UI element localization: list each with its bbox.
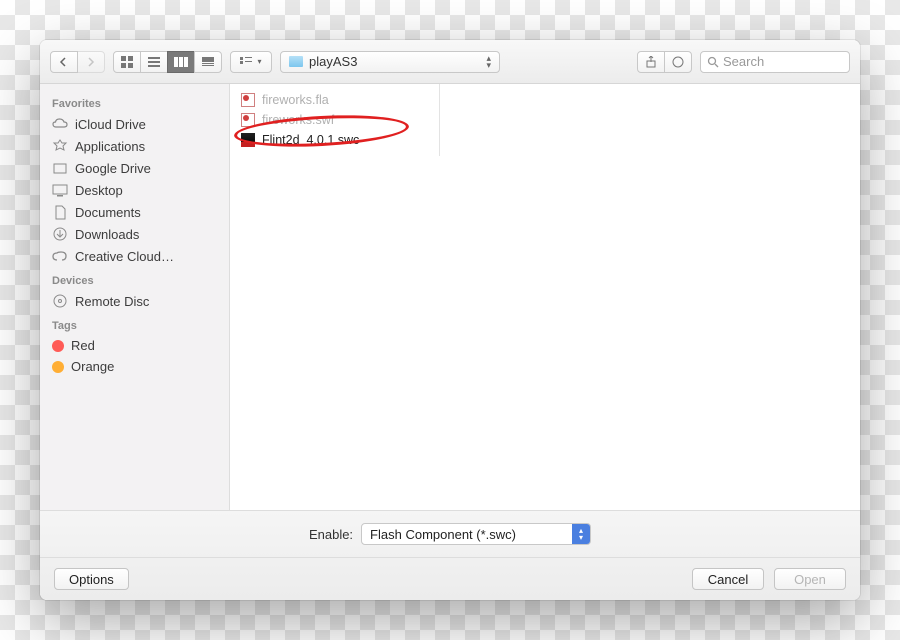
file-name: Flint2d_4.0.1.swc <box>262 133 359 147</box>
swf-file-icon <box>240 112 256 128</box>
view-mode-buttons <box>113 51 222 73</box>
share-buttons <box>637 51 692 73</box>
documents-icon <box>52 204 68 220</box>
enable-select[interactable]: Flash Component (*.swc) ▴▾ <box>361 523 591 545</box>
sidebar-header-favorites: Favorites <box>40 90 229 113</box>
updown-icon: ▴▾ <box>486 55 491 69</box>
arrange-button[interactable]: ▾ <box>230 51 272 73</box>
sidebar-item-label: iCloud Drive <box>75 117 146 132</box>
options-button[interactable]: Options <box>54 568 129 590</box>
path-label: playAS3 <box>309 54 357 69</box>
file-row[interactable]: fireworks.fla <box>230 90 439 110</box>
bottom-bar: Enable: Flash Component (*.swc) ▴▾ Optio… <box>40 510 860 600</box>
select-arrows-icon: ▴▾ <box>572 524 590 544</box>
search-field[interactable]: Search <box>700 51 850 73</box>
list-view-button[interactable] <box>140 51 168 73</box>
sidebar: Favorites iCloud Drive Applications Goog… <box>40 84 230 510</box>
desktop-icon <box>52 182 68 198</box>
sidebar-item-label: Creative Cloud… <box>75 249 174 264</box>
sidebar-header-devices: Devices <box>40 267 229 290</box>
sidebar-item-label: Red <box>71 338 95 353</box>
open-button[interactable]: Open <box>774 568 846 590</box>
detail-pane <box>440 84 860 510</box>
chevron-right-icon <box>86 57 96 67</box>
enable-value: Flash Component (*.swc) <box>370 527 572 542</box>
sidebar-tag-orange[interactable]: Orange <box>40 356 229 377</box>
coverflow-icon <box>202 57 214 67</box>
sidebar-item-applications[interactable]: Applications <box>40 135 229 157</box>
search-placeholder: Search <box>723 54 764 69</box>
downloads-icon <box>52 226 68 242</box>
fla-file-icon <box>240 92 256 108</box>
tags-button[interactable] <box>664 51 692 73</box>
file-row[interactable]: Flint2d_4.0.1.swc <box>230 130 439 150</box>
cloud-icon <box>52 116 68 132</box>
sidebar-item-creative-cloud[interactable]: Creative Cloud… <box>40 245 229 267</box>
back-button[interactable] <box>50 51 78 73</box>
action-row: Options Cancel Open <box>40 558 860 600</box>
sidebar-item-label: Downloads <box>75 227 139 242</box>
file-row[interactable]: fireworks.swf <box>230 110 439 130</box>
sidebar-item-icloud[interactable]: iCloud Drive <box>40 113 229 135</box>
share-button[interactable] <box>637 51 665 73</box>
sidebar-item-label: Applications <box>75 139 145 154</box>
sidebar-item-downloads[interactable]: Downloads <box>40 223 229 245</box>
sidebar-tag-red[interactable]: Red <box>40 335 229 356</box>
forward-button[interactable] <box>77 51 105 73</box>
icon-view-button[interactable] <box>113 51 141 73</box>
coverflow-view-button[interactable] <box>194 51 222 73</box>
enable-label: Enable: <box>309 527 353 542</box>
folder-icon <box>289 56 303 67</box>
file-name: fireworks.fla <box>262 93 329 107</box>
sidebar-item-label: Documents <box>75 205 141 220</box>
sidebar-header-tags: Tags <box>40 312 229 335</box>
toolbar: ▾ playAS3 ▴▾ Search <box>40 40 860 84</box>
arrange-icon <box>240 57 254 67</box>
tag-dot-icon <box>52 361 64 373</box>
tag-dot-icon <box>52 340 64 352</box>
share-icon <box>645 56 657 68</box>
sidebar-item-desktop[interactable]: Desktop <box>40 179 229 201</box>
sidebar-item-label: Orange <box>71 359 114 374</box>
nav-buttons <box>50 51 105 73</box>
file-name: fireworks.swf <box>262 113 334 127</box>
column-view-button[interactable] <box>167 51 195 73</box>
disc-icon <box>52 293 68 309</box>
open-file-dialog: ▾ playAS3 ▴▾ Search Favorites iClou <box>40 40 860 600</box>
grid-icon <box>121 56 133 68</box>
sidebar-item-label: Remote Disc <box>75 294 149 309</box>
list-icon <box>148 56 160 68</box>
sidebar-item-google-drive[interactable]: Google Drive <box>40 157 229 179</box>
search-icon <box>707 56 719 68</box>
swc-file-icon <box>240 132 256 148</box>
tag-icon <box>672 56 684 68</box>
sidebar-item-label: Desktop <box>75 183 123 198</box>
cancel-button[interactable]: Cancel <box>692 568 764 590</box>
sidebar-item-documents[interactable]: Documents <box>40 201 229 223</box>
browser-body: Favorites iCloud Drive Applications Goog… <box>40 84 860 510</box>
sidebar-item-remote-disc[interactable]: Remote Disc <box>40 290 229 312</box>
sidebar-item-label: Google Drive <box>75 161 151 176</box>
file-column: fireworks.fla fireworks.swf Flint2d_4.0.… <box>230 84 440 510</box>
apps-icon <box>52 138 68 154</box>
enable-row: Enable: Flash Component (*.swc) ▴▾ <box>40 511 860 558</box>
creative-cloud-icon <box>52 248 68 264</box>
columns-icon <box>174 57 188 67</box>
chevron-left-icon <box>59 57 69 67</box>
drive-icon <box>52 160 68 176</box>
path-popup[interactable]: playAS3 ▴▾ <box>280 51 500 73</box>
